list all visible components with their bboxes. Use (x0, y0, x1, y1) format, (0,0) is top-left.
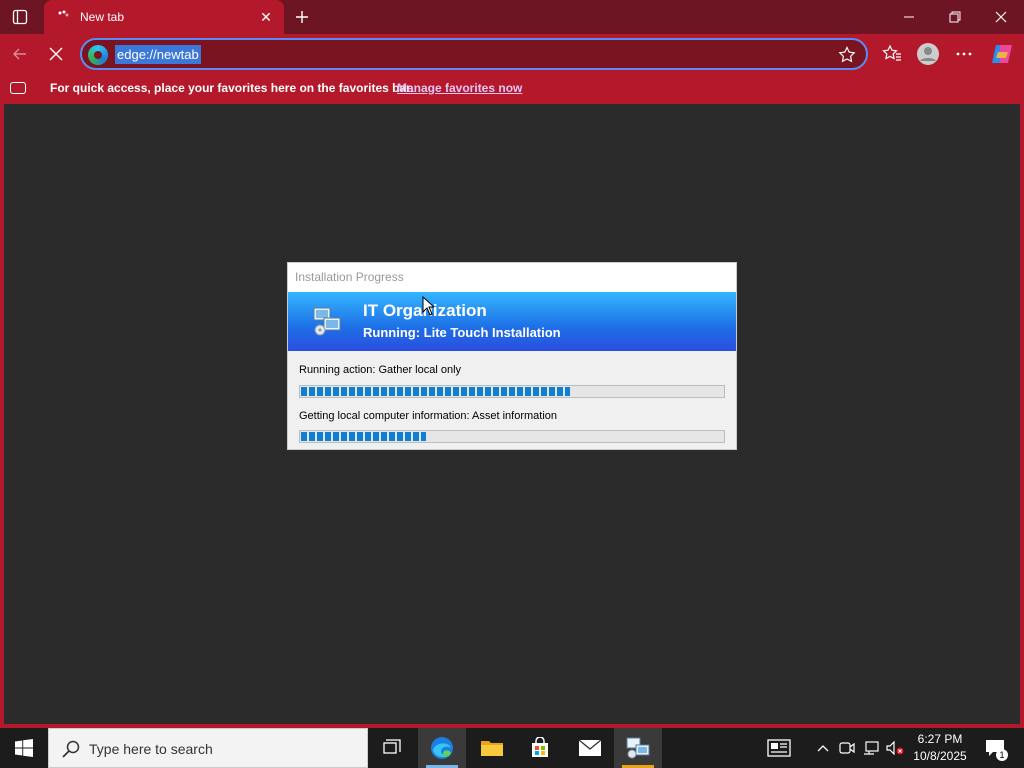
dialog-title: Installation Progress (288, 263, 736, 292)
meet-now-icon (839, 742, 855, 754)
tab-title: New tab (80, 10, 125, 24)
start-button[interactable] (0, 728, 48, 768)
chevron-up-icon (817, 745, 829, 752)
edge-logo-icon (88, 45, 108, 65)
address-bar[interactable]: edge://newtab (80, 38, 868, 70)
tab-actions-button[interactable] (0, 0, 40, 34)
action-progress-fill (301, 387, 571, 396)
copilot-button[interactable] (988, 40, 1016, 68)
close-icon (995, 11, 1007, 23)
address-url[interactable]: edge://newtab (115, 45, 201, 64)
detail-label: Getting local computer information: Asse… (299, 410, 558, 422)
task-view-icon (383, 739, 401, 754)
installation-subtitle: Running: Lite Touch Installation (363, 325, 561, 340)
back-arrow-icon (13, 48, 26, 60)
detail-progress-fill (301, 432, 427, 441)
clock-time: 6:27 PM (917, 732, 963, 746)
action-progress-bar (299, 385, 725, 398)
file-explorer-icon (481, 741, 503, 756)
dialog-banner: IT Organization Running: Lite Touch Inst… (288, 292, 736, 351)
notification-count-badge: 1 (996, 749, 1008, 761)
copilot-icon (992, 45, 1012, 63)
favorite-star-icon[interactable] (836, 44, 858, 66)
meet-now-button[interactable] (836, 728, 858, 768)
minimize-icon (904, 16, 914, 18)
profile-avatar-icon (917, 43, 939, 65)
favorites-bar: For quick access, place your favorites h… (0, 74, 1024, 104)
plus-icon (296, 11, 308, 23)
news-widget-button[interactable] (764, 728, 794, 768)
mail-button[interactable] (566, 728, 614, 768)
news-icon (767, 739, 791, 757)
task-view-button[interactable] (368, 728, 416, 768)
close-window-button[interactable] (978, 0, 1024, 34)
loading-icon (56, 9, 72, 25)
tab-new-tab[interactable]: New tab ✕ (44, 0, 284, 34)
windows-logo-icon (15, 739, 33, 757)
volume-button[interactable] (884, 728, 906, 768)
taskbar-search-box[interactable]: Type here to search (48, 728, 368, 768)
action-label: Running action: Gather local only (299, 364, 462, 376)
deployment-taskbar-button[interactable] (614, 728, 662, 768)
minimize-button[interactable] (886, 0, 932, 34)
mail-icon (578, 739, 602, 756)
store-button[interactable] (516, 728, 564, 768)
frame-border-right (1020, 104, 1024, 724)
detail-progress-bar (299, 430, 725, 443)
file-explorer-button[interactable] (468, 728, 516, 768)
restore-button[interactable] (932, 0, 978, 34)
show-hidden-icons-button[interactable] (812, 728, 834, 768)
volume-muted-icon (886, 741, 904, 755)
profile-button[interactable] (914, 40, 942, 68)
browser-titlebar: New tab ✕ (0, 0, 1024, 34)
search-placeholder: Type here to search (89, 741, 213, 757)
edge-taskbar-button[interactable] (418, 728, 466, 768)
more-dots-icon (956, 52, 972, 56)
back-button[interactable] (6, 40, 34, 68)
deployment-icon (626, 737, 650, 759)
taskbar: Type here to search 6:27 PM 10/8/2025 1 (0, 728, 1024, 768)
favorites-bar-message: For quick access, place your favorites h… (50, 81, 414, 95)
clock-date: 10/8/2025 (913, 749, 967, 763)
search-icon (62, 740, 80, 758)
computer-setup-icon (313, 307, 341, 336)
network-button[interactable] (860, 728, 882, 768)
installation-progress-dialog: Installation Progress IT Organization Ru… (287, 262, 737, 450)
tab-actions-icon (12, 9, 28, 25)
favorites-bar-icon (10, 82, 26, 94)
restore-icon (949, 11, 961, 23)
stop-icon (49, 47, 63, 61)
mouse-cursor-icon (422, 296, 434, 316)
favorites-button[interactable] (878, 40, 906, 68)
edge-icon (431, 737, 453, 759)
settings-more-button[interactable] (950, 40, 978, 68)
stop-loading-button[interactable] (42, 40, 70, 68)
network-icon (864, 741, 879, 755)
new-tab-button[interactable] (288, 4, 316, 30)
favorites-icon (882, 44, 901, 61)
notification-center-button[interactable]: 1 (980, 728, 1010, 768)
tab-close-icon[interactable]: ✕ (254, 5, 278, 29)
taskbar-clock[interactable]: 6:27 PM 10/8/2025 (906, 731, 974, 765)
store-icon (532, 737, 548, 757)
manage-favorites-link[interactable]: Manage favorites now (397, 81, 522, 95)
